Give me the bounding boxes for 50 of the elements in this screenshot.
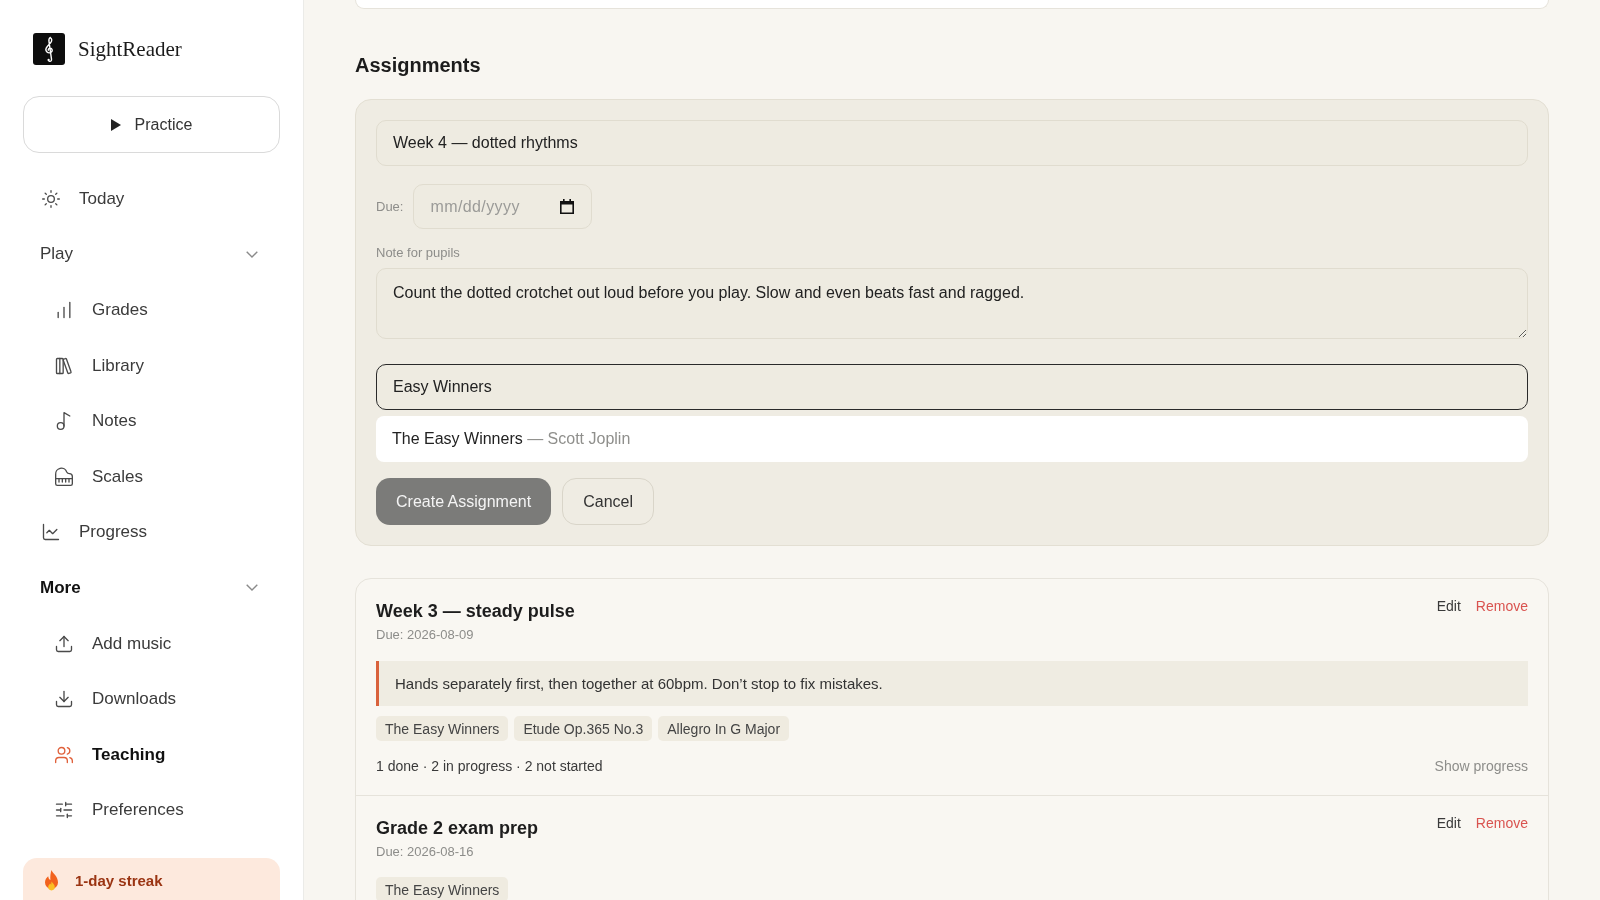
people-icon bbox=[54, 744, 74, 765]
nav-item[interactable]: Notes bbox=[23, 393, 280, 449]
cancel-button[interactable]: Cancel bbox=[562, 478, 654, 525]
sliders-icon bbox=[54, 800, 74, 821]
piece-tag: The Easy Winners bbox=[376, 877, 509, 900]
calendar-icon bbox=[560, 199, 575, 214]
group-header[interactable]: More bbox=[23, 560, 280, 616]
nav-item[interactable]: Preferences bbox=[23, 782, 280, 839]
due-label: Due: bbox=[376, 199, 404, 214]
practice-button[interactable]: Practice bbox=[23, 96, 280, 153]
piano-keys-icon bbox=[54, 466, 74, 487]
group-header[interactable]: Play bbox=[23, 226, 280, 283]
pupil-note: Hands separately first, then together at 60bpm. Don’t stop to fix mistakes. bbox=[376, 661, 1528, 706]
date-field[interactable]: mm/dd/yyyy bbox=[413, 184, 593, 229]
note-field[interactable]: Count the dotted crotchet out loud before you play. Slow and even beats fast and ragged. bbox=[376, 268, 1528, 339]
sun-icon bbox=[41, 188, 61, 209]
play-icon bbox=[110, 118, 121, 131]
progress-summary: 1 done · 2 in progress · 2 not started bbox=[376, 757, 603, 775]
due-date: Due: 2026-08-16 bbox=[376, 844, 475, 860]
assignment-title: Grade 2 exam prep bbox=[376, 817, 539, 840]
nav-item[interactable]: Progress bbox=[23, 504, 280, 561]
books-icon bbox=[54, 355, 74, 376]
line-chart-icon bbox=[41, 522, 61, 543]
piece-tag: Allegro In G Major bbox=[658, 716, 790, 741]
nav-item[interactable]: Downloads bbox=[23, 671, 280, 727]
edit-link[interactable]: Edit bbox=[1436, 813, 1461, 833]
note-label: Note for pupils bbox=[376, 245, 461, 260]
suggestion-option[interactable]: The Easy Winners — Scott Joplin bbox=[376, 416, 1528, 462]
remove-link[interactable]: Remove bbox=[1475, 596, 1528, 616]
nav-item[interactable]: Add music bbox=[23, 615, 280, 672]
search-field[interactable]: Easy Winners bbox=[376, 364, 1528, 410]
nav-item[interactable]: Teaching bbox=[23, 726, 280, 783]
streak-label: 1-day streak bbox=[75, 871, 163, 892]
assignment-title: Week 3 — steady pulse bbox=[376, 600, 575, 623]
brand-name: SightReader bbox=[78, 36, 182, 62]
nav-item[interactable]: Grades bbox=[23, 282, 280, 338]
due-date: Due: 2026-08-09 bbox=[376, 627, 475, 643]
nav-item[interactable]: Library bbox=[23, 337, 280, 394]
title-field[interactable]: Week 4 — dotted rhythms bbox=[376, 120, 1528, 166]
nav-item[interactable]: Today bbox=[23, 171, 280, 227]
piece-tag: Etude Op.365 No.3 bbox=[514, 716, 653, 741]
flame-icon bbox=[42, 870, 61, 893]
section-heading: Assignments bbox=[355, 53, 482, 78]
piece-tag: The Easy Winners bbox=[376, 716, 509, 741]
edit-link[interactable]: Edit bbox=[1436, 596, 1461, 616]
nav-item[interactable]: Scales bbox=[23, 448, 280, 505]
clef-logo-icon bbox=[33, 33, 65, 65]
remove-link[interactable]: Remove bbox=[1475, 813, 1528, 833]
upload-icon bbox=[54, 633, 74, 654]
download-icon bbox=[54, 689, 74, 710]
